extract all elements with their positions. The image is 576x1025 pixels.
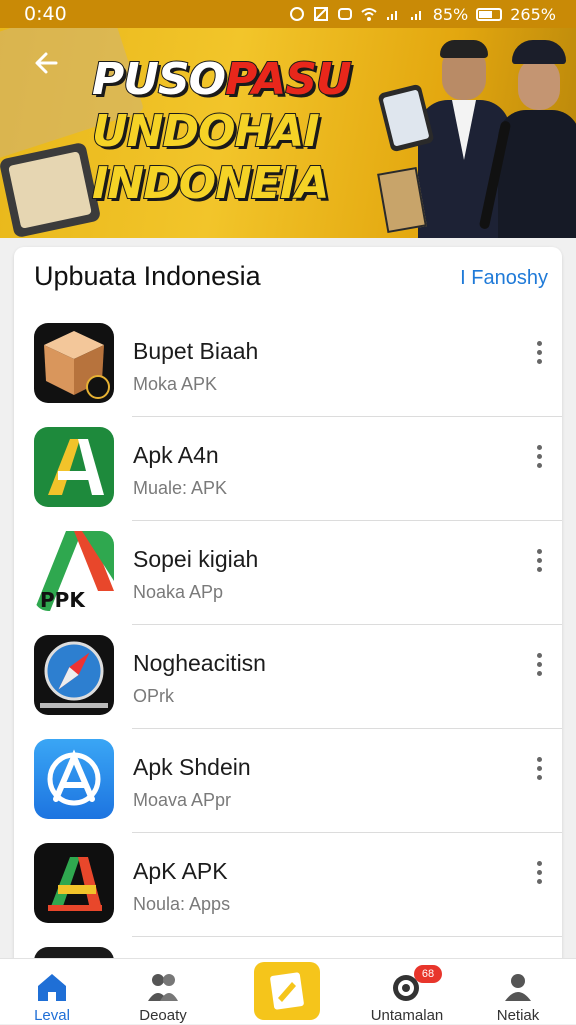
app-name: Sopei kigiah [133, 546, 259, 572]
app-list-card: Upbuata Indonesia I Fanoshy Bupet Biaah … [14, 247, 562, 987]
battery-percent: 85% [432, 4, 469, 24]
app-subtitle: Noula: Apps [133, 894, 231, 914]
status-time: 0:40 [24, 3, 67, 25]
people-icon [146, 971, 180, 1003]
nav-label: Netiak [496, 1007, 540, 1024]
hero-banner[interactable]: PUSOPASU UNDOHAI INDONEIA [0, 0, 576, 238]
app-name: Apk A4n [133, 442, 219, 468]
more-options-icon[interactable] [532, 445, 546, 475]
center-action-icon [270, 972, 304, 1010]
list-item[interactable]: PPK Sopei kigiah Noaka APp [14, 521, 562, 625]
app-subtitle: Moava APpr [133, 790, 232, 810]
box-app-icon [34, 323, 114, 403]
notification-icon [337, 6, 353, 22]
nav-item-leval[interactable]: Leval [0, 959, 107, 1025]
wifi-icon [361, 6, 377, 22]
app-subtitle: OPrk [133, 686, 175, 706]
section-link[interactable]: I Fanoshy [460, 267, 548, 290]
list-item[interactable]: Apk Shdein Moava APpr [14, 729, 562, 833]
section-title: Upbuata Indonesia [34, 261, 261, 291]
back-arrow-icon[interactable] [30, 46, 64, 80]
letter-a-dark-icon [34, 843, 114, 923]
app-subtitle: Muale: APK [133, 478, 228, 498]
nav-item-deoaty[interactable]: Deoaty [108, 959, 218, 1025]
list-item[interactable]: Apk A4n Muale: APK [14, 417, 562, 521]
nav-item-untamalan[interactable]: 68 Untamalan [352, 959, 462, 1025]
more-options-icon[interactable] [532, 549, 546, 579]
list-item[interactable]: Bupet Biaah Moka APK [14, 313, 562, 417]
banner-title-white: PUSO [91, 53, 227, 106]
signal-icon-2 [409, 6, 425, 22]
more-options-icon[interactable] [532, 341, 546, 371]
banner-person-officer [498, 40, 576, 238]
banner-title: PUSOPASU UNDOHAI INDONEIA [91, 53, 353, 210]
banner-phone-illustration [0, 141, 102, 238]
list-item[interactable]: ApK APK Noula: Apps [14, 833, 562, 937]
profile-icon [501, 971, 535, 1003]
list-item[interactable]: Nogheacitisn OPrk [14, 625, 562, 729]
banner-title-line3: INDONEIA [91, 157, 330, 210]
nav-item-netiak[interactable]: Netiak [463, 959, 573, 1025]
nav-label: Leval [34, 1007, 70, 1024]
app-subtitle: Noaka APp [133, 582, 224, 602]
app-name: ApK APK [133, 858, 228, 884]
status-bar: 0:40 85% 265% [0, 0, 576, 28]
nav-label: Untamalan [370, 1007, 444, 1024]
alarm-icon [289, 6, 305, 22]
nav-label: Deoaty [139, 1007, 187, 1024]
battery-icon [476, 7, 503, 21]
app-name: Bupet Biaah [133, 338, 259, 364]
app-subtitle: Moka APK [133, 374, 218, 394]
banner-title-red: PASU [224, 53, 353, 106]
svg-text:PPK: PPK [40, 588, 86, 611]
home-icon [35, 971, 69, 1003]
letter-a-green-icon [34, 427, 114, 507]
ppk-triangle-icon: PPK [34, 531, 114, 611]
notification-badge: 68 [414, 965, 442, 983]
app-store-a-icon [34, 739, 114, 819]
bottom-navigation: Leval Deoaty 68 Untamalan Netiak [0, 958, 576, 1024]
center-action-button[interactable] [254, 962, 320, 1020]
more-options-icon[interactable] [532, 653, 546, 683]
signal-icon [385, 6, 401, 22]
app-name: Apk Shdein [133, 754, 251, 780]
more-options-icon[interactable] [532, 861, 546, 891]
compass-icon [34, 635, 114, 715]
card-header: Upbuata Indonesia I Fanoshy [34, 261, 548, 299]
banner-title-line2: UNDOHAI [91, 105, 321, 158]
app-name: Nogheacitisn [133, 650, 266, 676]
more-options-icon[interactable] [532, 757, 546, 787]
app-list: Bupet Biaah Moka APK Apk A4n Muale: APK [14, 313, 562, 987]
mute-icon [313, 6, 329, 22]
status-extra: 265% [510, 4, 556, 24]
